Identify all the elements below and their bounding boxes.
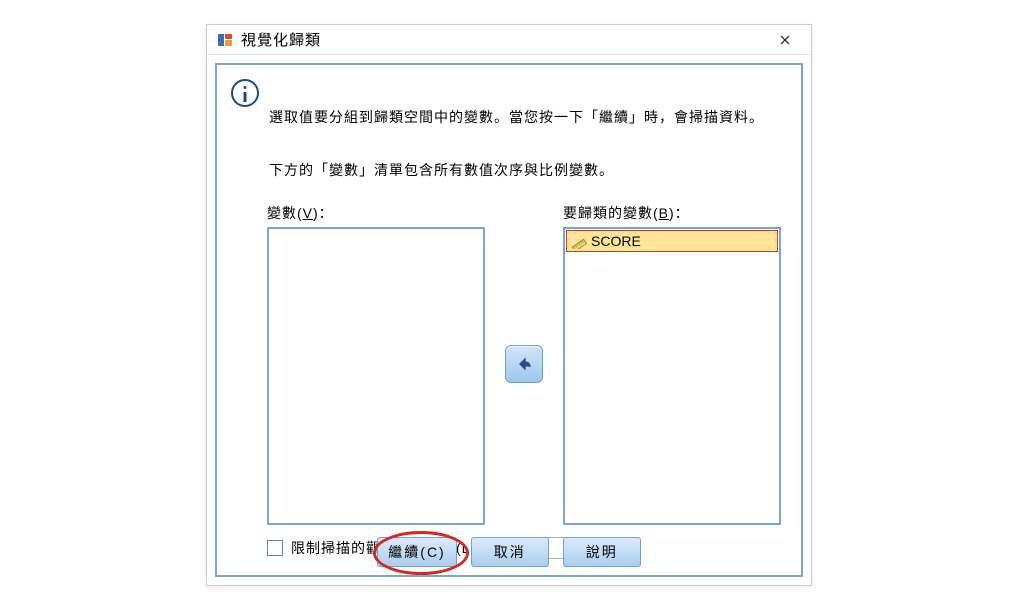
cancel-button[interactable]: 取消 [471, 537, 549, 567]
variables-label: 變數(V)： [267, 203, 485, 223]
target-listbox[interactable]: SCORE [563, 227, 781, 525]
lists-area: 變數(V)： 要歸類的變數(B)： [267, 203, 781, 525]
move-left-button[interactable] [505, 345, 543, 383]
client-area: 選取值要分組到歸類空間中的變數。當您按一下「繼續」時，會掃描資料。 下方的「變數… [215, 63, 803, 577]
dialog-window: 視覺化歸類 選取值要分組到歸類空間中的變數。當您按一下「繼續」時，會掃描資料。 … [206, 24, 812, 586]
variables-listbox[interactable] [267, 227, 485, 525]
mover-column [496, 345, 552, 383]
list-item-label: SCORE [591, 233, 641, 249]
info-line-2: 下方的「變數」清單包含所有數值次序與比例變數。 [269, 162, 614, 178]
help-button[interactable]: 說明 [563, 537, 641, 567]
buttons-row: 繼續(C) 取消 說明 [217, 537, 801, 567]
target-label: 要歸類的變數(B)： [563, 203, 781, 223]
ruler-icon [571, 233, 587, 249]
app-icon [217, 32, 233, 48]
close-button[interactable] [765, 26, 805, 54]
info-line-1: 選取值要分組到歸類空間中的變數。當您按一下「繼續」時，會掃描資料。 [269, 109, 764, 125]
continue-button[interactable]: 繼續(C) [377, 537, 456, 567]
variables-column: 變數(V)： [267, 203, 485, 525]
window-title: 視覺化歸類 [241, 29, 765, 50]
arrow-left-icon [514, 354, 534, 374]
list-item[interactable]: SCORE [566, 230, 778, 252]
titlebar[interactable]: 視覺化歸類 [207, 25, 811, 55]
target-column: 要歸類的變數(B)： SCORE [563, 203, 781, 525]
info-section: 選取值要分組到歸類空間中的變數。當您按一下「繼續」時，會掃描資料。 下方的「變數… [231, 77, 787, 183]
info-text: 選取值要分組到歸類空間中的變數。當您按一下「繼續」時，會掃描資料。 下方的「變數… [269, 77, 764, 183]
info-icon [231, 79, 259, 107]
